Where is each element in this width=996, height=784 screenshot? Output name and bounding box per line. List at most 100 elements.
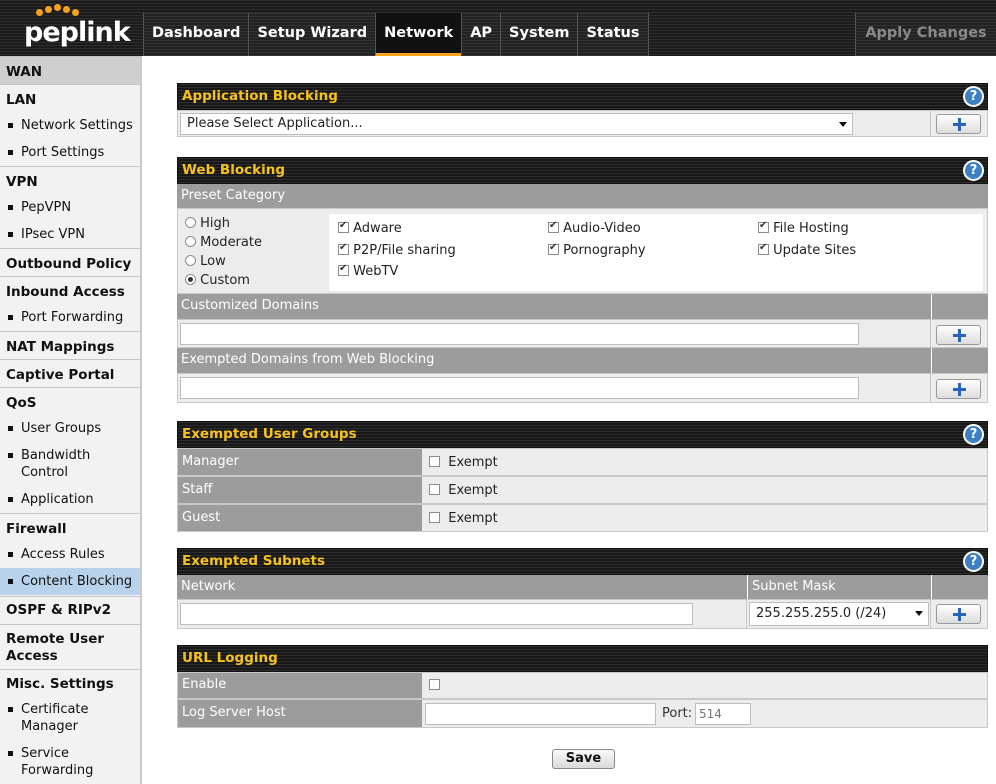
checkbox[interactable] [429, 456, 440, 467]
category-adware[interactable]: Adware [338, 220, 402, 236]
checkbox[interactable] [758, 242, 769, 255]
tab-dashboard[interactable]: Dashboard [143, 13, 249, 56]
sidebar-item-label: Service [21, 746, 70, 761]
sidebar-item-label: Network Settings [21, 118, 133, 133]
sidebar-item-service-forwarding[interactable]: Service Forwarding [0, 745, 140, 781]
help-icon[interactable]: ? [963, 160, 984, 181]
tab-system[interactable]: System [500, 13, 578, 56]
radio-high[interactable]: High [185, 214, 262, 233]
network-input[interactable] [180, 603, 693, 625]
top-bar: peplink Dashboard Setup Wizard Network A… [0, 0, 996, 56]
sidebar-item-certificate-manager[interactable]: Certificate Manager [0, 701, 140, 737]
sidebar-item-network-settings[interactable]: Network Settings [0, 117, 140, 137]
help-icon[interactable]: ? [963, 551, 984, 572]
add-exempted-domain-button[interactable] [936, 379, 981, 399]
checkbox[interactable] [429, 512, 440, 523]
sidebar-item-ipsec-vpn[interactable]: IPsec VPN [0, 226, 140, 246]
log-server-host-label: Log Server Host [178, 700, 422, 727]
bullet-icon [8, 497, 13, 502]
help-icon[interactable]: ? [963, 86, 984, 107]
category-p2p[interactable]: P2P/File sharing [338, 242, 456, 258]
column-divider [930, 374, 931, 402]
exempt-staff[interactable]: Exempt [429, 483, 498, 498]
category-update-sites[interactable]: Update Sites [758, 242, 856, 258]
sidebar-item-label: Manager [21, 719, 78, 734]
port-input[interactable] [695, 703, 751, 725]
sidebar-item-pepvpn[interactable]: PepVPN [0, 199, 140, 219]
tab-status[interactable]: Status [577, 13, 649, 56]
checkbox[interactable] [548, 220, 559, 233]
subnet-mask-select[interactable]: 255.255.255.0 (/24) [749, 602, 929, 626]
add-application-button[interactable] [936, 114, 981, 134]
sidebar-item-label: User Groups [21, 421, 102, 436]
help-icon[interactable]: ? [963, 424, 984, 445]
tab-network[interactable]: Network [375, 13, 462, 56]
sidebar-item-content-blocking[interactable]: Content Blocking [0, 568, 140, 595]
checkbox[interactable] [758, 220, 769, 233]
apply-changes-button[interactable]: Apply Changes [855, 13, 996, 56]
column-divider [930, 111, 931, 136]
tab-setup-wizard[interactable]: Setup Wizard [248, 13, 376, 56]
radio-low[interactable]: Low [185, 252, 262, 271]
header-spacer [931, 294, 988, 319]
checkbox[interactable] [429, 484, 440, 495]
sidebar-item-port-forwarding[interactable]: Port Forwarding [0, 309, 140, 329]
checkbox[interactable] [548, 242, 559, 255]
exempted-domain-input[interactable] [180, 377, 859, 399]
save-button[interactable]: Save [552, 749, 615, 769]
sidebar-item-vpn[interactable]: VPN [0, 166, 140, 194]
radio-button[interactable] [185, 236, 196, 247]
sidebar-item-user-groups[interactable]: User Groups [0, 420, 140, 440]
sidebar-item-remote-user-access[interactable]: Remote User Access [0, 624, 140, 669]
sidebar-item-inbound-access[interactable]: Inbound Access [0, 276, 140, 304]
radio-moderate[interactable]: Moderate [185, 233, 262, 252]
category-webtv[interactable]: WebTV [338, 263, 398, 279]
sidebar-item-label: Access [6, 648, 58, 664]
add-customized-domain-button[interactable] [936, 325, 981, 345]
radio-button[interactable] [185, 217, 196, 228]
sidebar-item-access-rules[interactable]: Access Rules [0, 546, 140, 566]
exempt-manager[interactable]: Exempt [429, 455, 498, 470]
checkbox[interactable] [338, 220, 349, 233]
header-spacer [931, 348, 988, 373]
sidebar-item-port-settings[interactable]: Port Settings [0, 144, 140, 164]
sidebar-item-application[interactable]: Application [0, 491, 140, 511]
sidebar-item-qos[interactable]: QoS [0, 387, 140, 415]
log-server-host-input[interactable] [425, 703, 656, 725]
main-nav: Dashboard Setup Wizard Network AP System… [143, 13, 649, 56]
bullet-icon [8, 707, 13, 712]
user-group-row-manager: Manager Exempt [177, 448, 988, 476]
sidebar-item-label: Certificate [21, 702, 89, 717]
bullet-icon [8, 751, 13, 756]
sidebar-item-wan[interactable]: WAN [0, 56, 140, 84]
customized-domain-input[interactable] [180, 323, 859, 345]
checkbox[interactable] [338, 263, 349, 276]
category-file-hosting[interactable]: File Hosting [758, 220, 849, 236]
sidebar-item-outbound-policy[interactable]: Outbound Policy [0, 248, 140, 276]
sidebar-item-misc-settings[interactable]: Misc. Settings [0, 669, 140, 697]
application-select[interactable]: Please Select Application... [180, 113, 853, 135]
panel-title: URL Logging [182, 650, 278, 666]
radio-button[interactable] [185, 255, 196, 266]
peplink-logo[interactable]: peplink [0, 0, 142, 56]
sidebar-item-lan[interactable]: LAN [0, 84, 140, 112]
sidebar-item-nat-mappings[interactable]: NAT Mappings [0, 331, 140, 359]
panel-title: Exempted Subnets [182, 553, 326, 569]
radio-custom[interactable]: Custom [185, 271, 262, 290]
exempt-guest[interactable]: Exempt [429, 511, 498, 526]
enable-url-logging[interactable] [429, 678, 440, 693]
sidebar-item-captive-portal[interactable]: Captive Portal [0, 359, 140, 387]
radio-button[interactable] [185, 274, 196, 285]
category-pornography[interactable]: Pornography [548, 242, 646, 258]
radio-label: Custom [200, 273, 250, 288]
sidebar-item-ospf-ripv2[interactable]: OSPF & RIPv2 [0, 596, 140, 624]
add-subnet-button[interactable] [936, 604, 981, 624]
category-label: P2P/File sharing [353, 243, 456, 258]
checkbox[interactable] [338, 242, 349, 255]
tab-ap[interactable]: AP [461, 13, 501, 56]
sidebar-item-firewall[interactable]: Firewall [0, 513, 140, 541]
exempted-subnets-header: Exempted Subnets ? [177, 548, 988, 575]
sidebar-item-bandwidth-control[interactable]: Bandwidth Control [0, 447, 140, 483]
category-audio-video[interactable]: Audio-Video [548, 220, 641, 236]
checkbox[interactable] [429, 679, 440, 690]
